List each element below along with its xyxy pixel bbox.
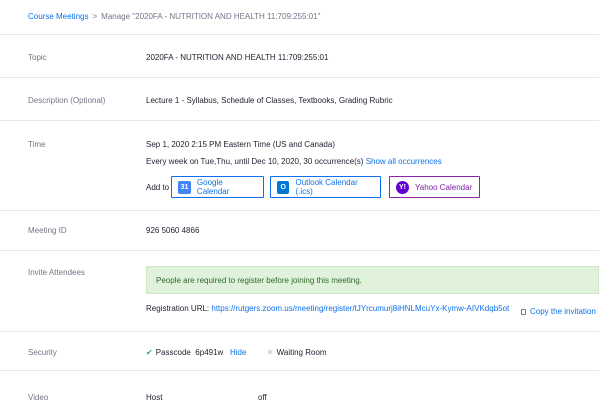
divider xyxy=(0,34,599,35)
copy-invitation-label: Copy the invitation xyxy=(530,307,596,316)
add-to-label: Add to xyxy=(146,183,170,192)
topic-value: 2020FA - NUTRITION AND HEALTH 11:709:255… xyxy=(146,53,329,62)
google-calendar-button[interactable]: 31 Google Calendar xyxy=(171,176,264,198)
registration-url-link[interactable]: https://rutgers.zoom.us/meeting/register… xyxy=(211,304,509,313)
outlook-icon: O xyxy=(277,180,290,194)
cross-icon: ✕ xyxy=(266,348,274,357)
divider xyxy=(0,120,599,121)
passcode-value: 6p491w xyxy=(195,348,224,357)
google-calendar-label: Google Calendar xyxy=(196,178,230,196)
video-host-label: Host xyxy=(146,393,163,402)
time-recurrence: Every week on Tue,Thu, until Dec 10, 202… xyxy=(146,157,442,166)
divider xyxy=(0,210,599,211)
description-label: Description (Optional) xyxy=(28,96,106,105)
divider xyxy=(0,250,599,251)
topic-label: Topic xyxy=(28,53,47,62)
recurrence-text: Every week on Tue,Thu, until Dec 10, 202… xyxy=(146,157,364,166)
time-label: Time xyxy=(28,140,46,149)
meeting-id-label: Meeting ID xyxy=(28,226,67,235)
registration-notice: People are required to register before j… xyxy=(146,266,599,294)
breadcrumb-separator: > xyxy=(92,12,98,21)
time-datetime: Sep 1, 2020 2:15 PM Eastern Time (US and… xyxy=(146,140,335,149)
registration-url-row: Registration URL: https://rutgers.zoom.u… xyxy=(146,304,509,313)
yahoo-icon: Y! xyxy=(396,180,409,194)
security-label: Security xyxy=(28,348,57,357)
passcode-label: Passcode xyxy=(155,348,191,357)
breadcrumb-current: Manage "2020FA - NUTRITION AND HEALTH 11… xyxy=(101,12,321,21)
hide-passcode-link[interactable]: Hide xyxy=(230,348,246,357)
waiting-room-label: Waiting Room xyxy=(276,348,327,357)
video-host-value: off xyxy=(258,393,267,402)
check-icon: ✔ xyxy=(146,348,153,357)
invite-attendees-label: Invite Attendees xyxy=(28,268,85,277)
copy-icon xyxy=(521,308,528,316)
divider xyxy=(0,370,599,371)
description-value: Lecture 1 - Syllabus, Schedule of Classe… xyxy=(146,96,393,105)
copy-invitation-button[interactable]: Copy the invitation xyxy=(521,307,596,316)
show-all-occurrences-link[interactable]: Show all occurrences xyxy=(366,157,442,166)
divider xyxy=(0,77,599,78)
registration-url-label: Registration URL: xyxy=(146,304,210,313)
yahoo-calendar-label: Yahoo Calendar xyxy=(415,182,473,192)
google-calendar-icon: 31 xyxy=(178,180,191,194)
breadcrumb-course-meetings-link[interactable]: Course Meetings xyxy=(28,12,88,21)
outlook-calendar-button[interactable]: O Outlook Calendar (.ics) xyxy=(270,176,381,198)
meeting-id-value: 926 5060 4866 xyxy=(146,226,200,235)
video-label: Video xyxy=(28,393,49,402)
security-options: ✔ Passcode 6p491w Hide ✕ Waiting Room xyxy=(146,348,327,357)
yahoo-calendar-button[interactable]: Y! Yahoo Calendar xyxy=(389,176,480,198)
divider xyxy=(0,331,599,332)
outlook-calendar-label: Outlook Calendar (.ics) xyxy=(295,178,358,196)
breadcrumb: Course Meetings > Manage "2020FA - NUTRITI… xyxy=(28,12,320,21)
